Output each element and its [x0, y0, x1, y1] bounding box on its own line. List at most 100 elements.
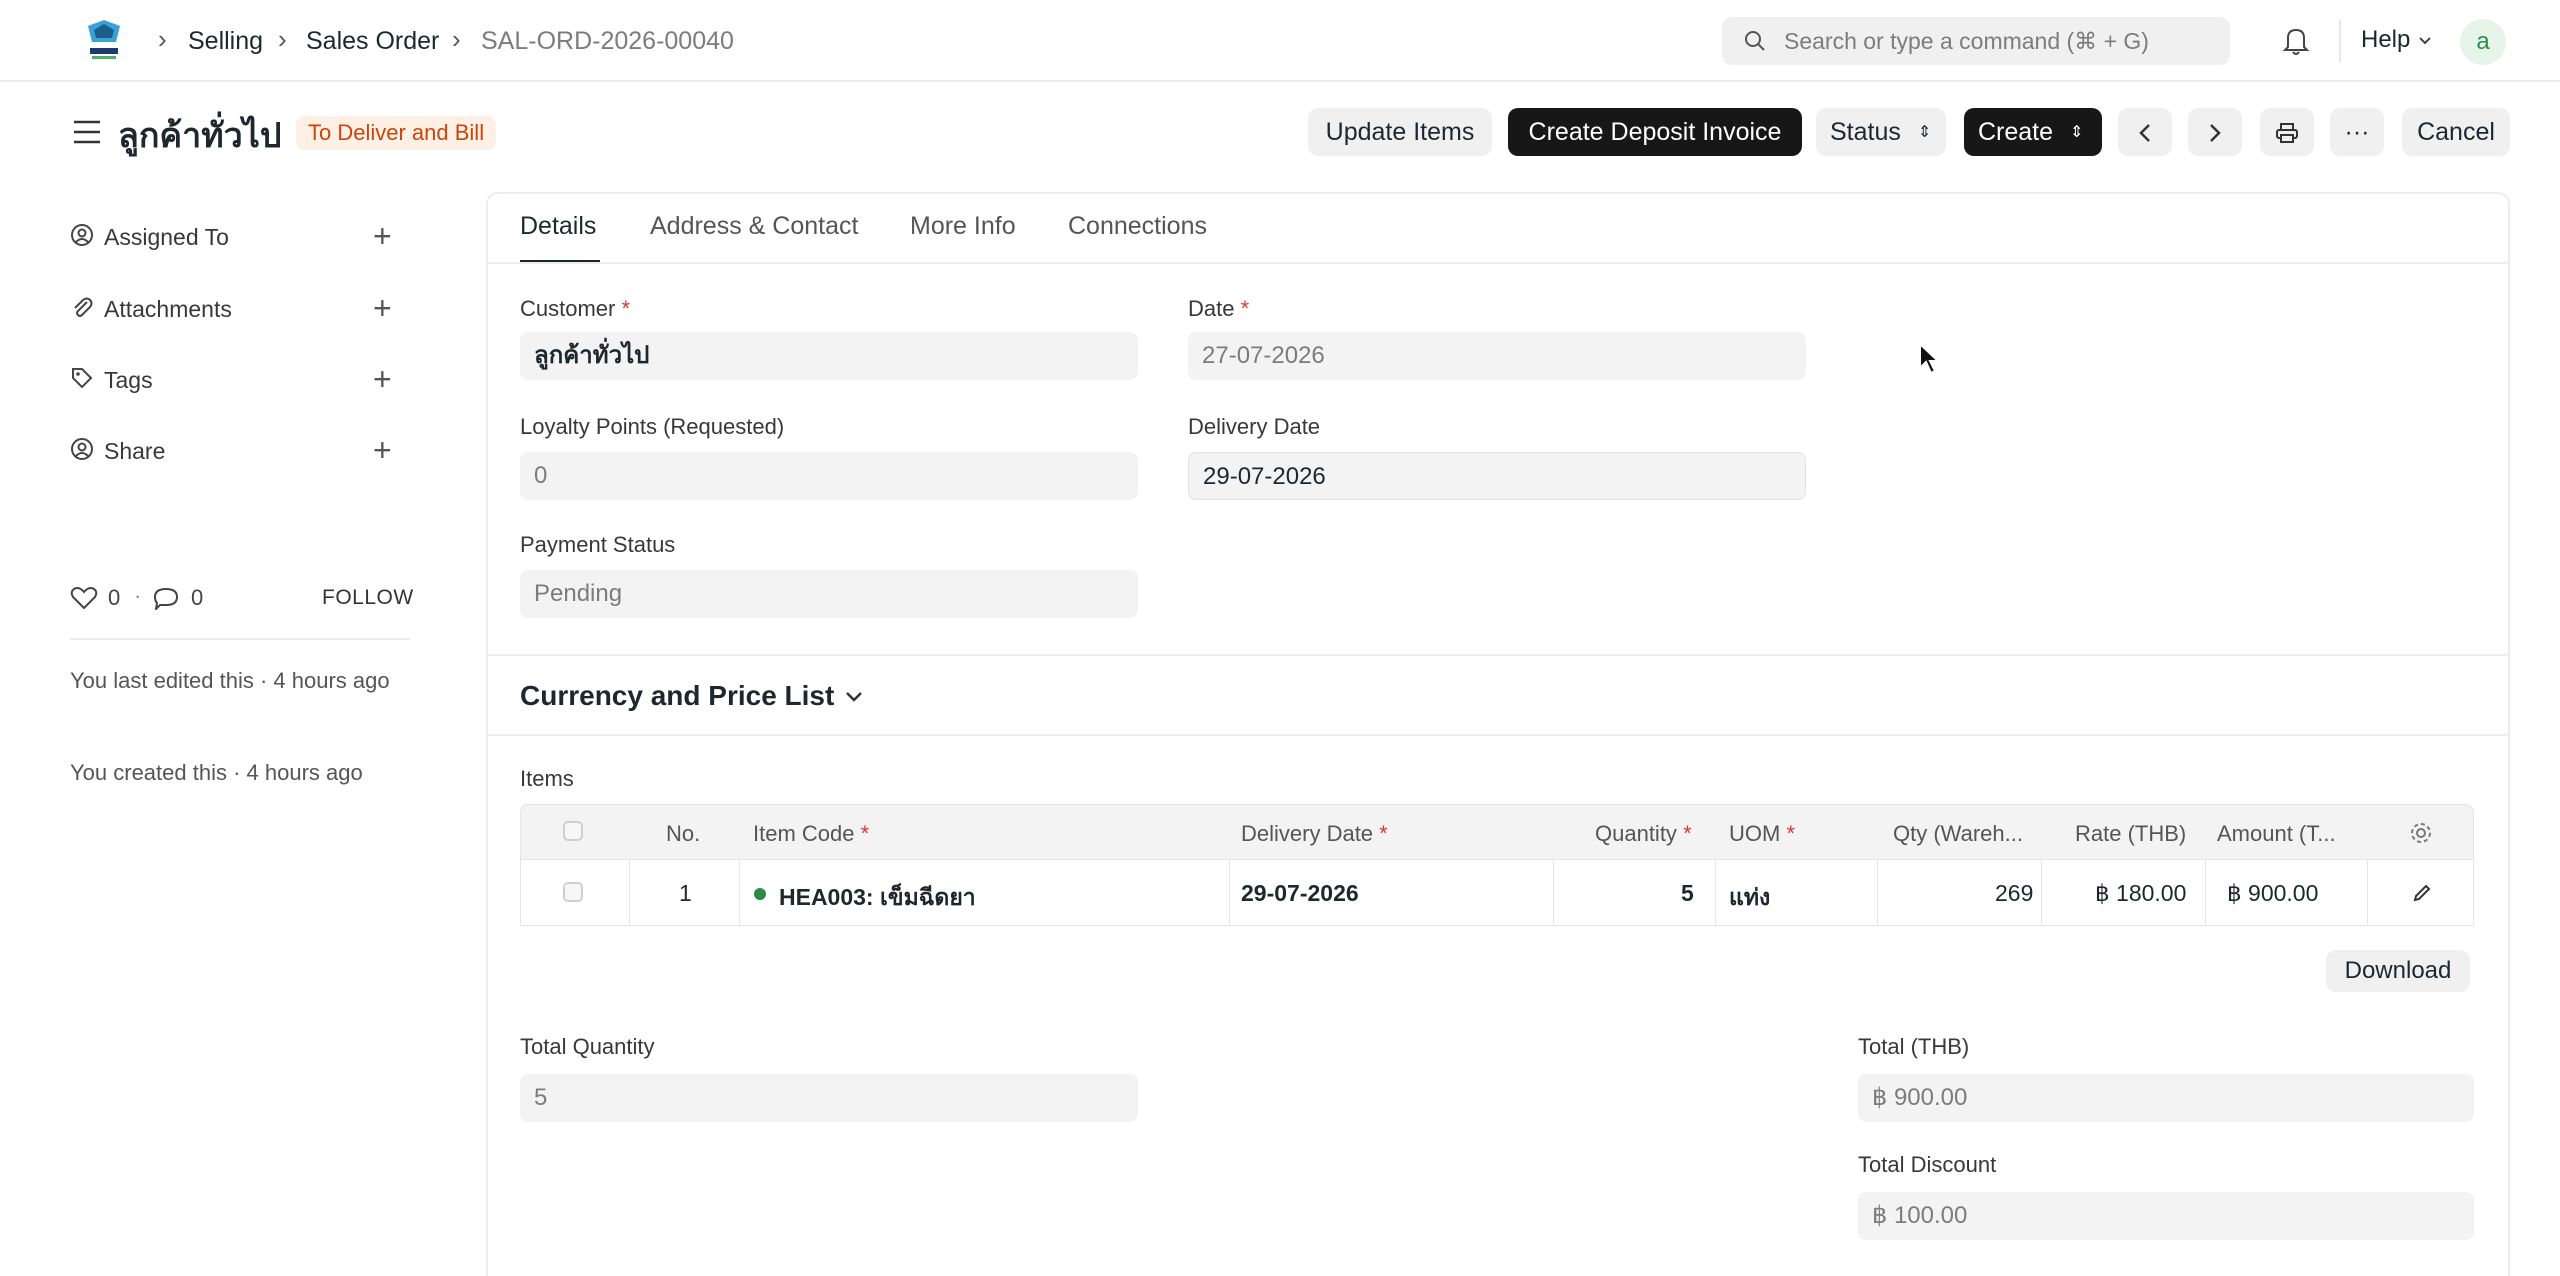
tab-connections[interactable]: Connections [1068, 212, 1207, 241]
printer-icon [2276, 123, 2298, 144]
customer-label: Customer * [520, 296, 631, 321]
breadcrumb-sales-order[interactable]: Sales Order [306, 27, 439, 56]
tab-address-contact[interactable]: Address & Contact [650, 212, 858, 241]
row-delivery-date[interactable]: 29-07-2026 [1241, 880, 1359, 907]
delivery-date-label: Delivery Date [1188, 414, 1321, 439]
total-discount-label: Total Discount [1858, 1152, 1997, 1177]
row-item-code[interactable]: HEA003: เข็มฉีดยา [779, 880, 976, 916]
col-uom: UOM * [1729, 821, 1796, 846]
app-logo[interactable] [82, 18, 126, 64]
like-count: 0 [108, 585, 121, 610]
col-qty-warehouse: Qty (Wareh... [1893, 821, 2023, 846]
loyalty-points-field[interactable]: 0 [520, 452, 1138, 500]
share-icon [71, 438, 93, 460]
column-divider [1877, 860, 1878, 926]
items-table-header: No. Item Code * Delivery Date * Quantity… [520, 804, 2474, 860]
chevron-right-icon [2210, 124, 2221, 143]
total-label: Total (THB) [1858, 1034, 1970, 1059]
payment-status-label: Payment Status [520, 532, 676, 557]
breadcrumb-current[interactable]: SAL-ORD-2026-00040 [481, 27, 734, 56]
row-qty-warehouse: 269 [1995, 880, 2034, 906]
loyalty-points-label: Loyalty Points (Requested) [520, 414, 785, 439]
heart-icon[interactable] [70, 586, 98, 610]
payment-status-field[interactable]: Pending [520, 570, 1138, 618]
print-button[interactable] [2260, 108, 2314, 156]
previous-button[interactable] [2118, 108, 2172, 156]
create-dropdown[interactable]: Create ⇕ [1964, 108, 2102, 156]
gear-icon[interactable] [2409, 821, 2433, 845]
add-assignee-icon[interactable]: + [373, 220, 392, 252]
col-no: No. [666, 821, 701, 846]
row-no: 1 [679, 880, 692, 906]
col-delivery-date: Delivery Date * [1241, 821, 1388, 846]
date-field[interactable]: 27-07-2026 [1188, 332, 1806, 380]
follow-button[interactable]: FOLLOW [322, 586, 414, 610]
customer-field[interactable]: ลูกค้าทั่วไป [520, 332, 1138, 380]
navbar: › Selling › Sales Order › SAL-ORD-2026-0… [0, 0, 2560, 82]
cancel-button[interactable]: Cancel [2402, 108, 2510, 156]
row-uom[interactable]: แท่ง [1729, 880, 1770, 916]
next-button[interactable] [2188, 108, 2242, 156]
tag-icon [72, 368, 93, 389]
help-menu[interactable]: Help [2361, 26, 2410, 54]
comment-icon[interactable] [152, 586, 180, 610]
search-input[interactable]: Search or type a command (⌘ + G) [1722, 17, 2230, 65]
column-divider [739, 860, 740, 926]
sidebar-item-assigned-to[interactable]: Assigned To [104, 224, 229, 251]
chevron-down-icon[interactable] [844, 690, 864, 704]
create-deposit-invoice-button[interactable]: Create Deposit Invoice [1508, 108, 1802, 156]
table-row[interactable]: 1 HEA003: เข็มฉีดยา 29-07-2026 5 แท่ง 26… [520, 860, 2474, 926]
tab-more-info[interactable]: More Info [910, 212, 1016, 241]
add-tag-icon[interactable]: + [373, 363, 392, 395]
more-actions-button[interactable]: ··· [2330, 108, 2384, 156]
avatar[interactable]: a [2460, 19, 2506, 65]
create-label: Create [1978, 118, 2054, 146]
comment-count: 0 [191, 585, 204, 610]
select-all-checkbox[interactable] [563, 821, 583, 841]
tabs-divider [488, 262, 2508, 264]
sidebar-divider [70, 638, 410, 640]
column-divider [629, 860, 630, 926]
last-edited-text: You last edited this · 4 hours ago [70, 668, 390, 693]
tab-details[interactable]: Details [520, 212, 596, 241]
page-title: ลูกค้าทั่วไป [118, 117, 282, 155]
add-share-icon[interactable]: + [373, 434, 392, 466]
sidebar-toggle-icon[interactable] [72, 118, 102, 146]
breadcrumb-chevron-icon: › [278, 24, 287, 54]
sidebar-item-share[interactable]: Share [104, 438, 165, 465]
search-icon [1745, 31, 1765, 51]
total-field: ฿ 900.00 [1858, 1074, 2474, 1122]
bell-icon[interactable] [2282, 26, 2310, 56]
sidebar-item-attachments[interactable]: Attachments [104, 296, 232, 323]
sidebar-item-tags[interactable]: Tags [104, 367, 153, 394]
column-divider [1715, 860, 1716, 926]
paperclip-icon [74, 297, 93, 317]
row-checkbox[interactable] [563, 882, 583, 902]
created-text: You created this · 4 hours ago [70, 760, 363, 785]
breadcrumb-selling[interactable]: Selling [188, 27, 263, 56]
chevron-down-icon[interactable] [2418, 36, 2432, 46]
edit-icon[interactable] [2411, 882, 2433, 904]
download-button[interactable]: Download [2326, 950, 2470, 992]
mouse-cursor-icon [1919, 342, 1941, 375]
items-label: Items [520, 766, 574, 791]
chevron-left-icon [2139, 124, 2150, 143]
status-label: Status [1830, 118, 1901, 146]
search-placeholder: Search or type a command (⌘ + G) [1784, 28, 2149, 54]
col-rate: Rate (THB) [2075, 821, 2187, 846]
assign-icon [71, 224, 93, 246]
row-rate[interactable]: ฿ 180.00 [2095, 880, 2186, 907]
navbar-divider [2339, 20, 2341, 62]
col-item-code: Item Code * [753, 821, 870, 846]
total-quantity-label: Total Quantity [520, 1034, 655, 1059]
update-items-button[interactable]: Update Items [1308, 108, 1492, 156]
total-quantity-field: 5 [520, 1074, 1138, 1122]
delivery-date-field[interactable]: 29-07-2026 [1188, 452, 1806, 500]
row-amount: ฿ 900.00 [2227, 880, 2319, 906]
status-dropdown[interactable]: Status ⇕ [1816, 108, 1946, 156]
add-attachment-icon[interactable]: + [373, 292, 392, 324]
col-quantity: Quantity * [1595, 821, 1692, 846]
currency-section-title[interactable]: Currency and Price List [520, 680, 834, 712]
row-quantity[interactable]: 5 [1681, 880, 1694, 907]
column-divider [2367, 860, 2368, 926]
